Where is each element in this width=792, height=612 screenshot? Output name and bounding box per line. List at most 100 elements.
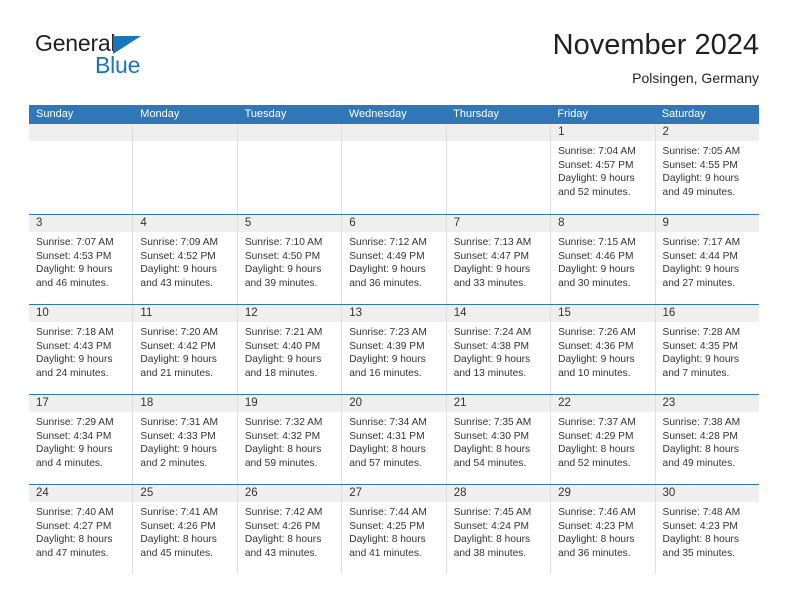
daylight-text-line2: and 30 minutes. xyxy=(558,277,631,289)
day-number: 14 xyxy=(453,307,467,319)
calendar-day-cell[interactable]: 20 Sunrise: 7:34 AM Sunset: 4:31 PM Dayligh… xyxy=(342,395,447,484)
sunrise-text: Sunrise: 7:34 AM xyxy=(349,417,427,428)
sunset-text: Sunset: 4:42 PM xyxy=(140,340,216,352)
calendar-week-row: 3 Sunrise: 7:07 AM Sunset: 4:53 PM Daylight… xyxy=(29,214,759,304)
daylight-text-line2: and 38 minutes. xyxy=(453,547,527,559)
calendar-day-cell[interactable]: 25 Sunrise: 7:41 AM Sunset: 4:26 PM Dayligh… xyxy=(133,485,238,574)
sunset-text: Sunset: 4:36 PM xyxy=(558,340,634,352)
weekday-header-friday: Friday xyxy=(557,108,588,120)
day-number-band: 11 xyxy=(133,305,237,322)
calendar-day-cell[interactable]: 14 Sunrise: 7:24 AM Sunset: 4:38 PM Dayligh… xyxy=(446,305,552,394)
day-number-band xyxy=(446,124,551,141)
daylight-text-line2: and 18 minutes. xyxy=(244,367,318,379)
calendar-day-cell[interactable]: 11 Sunrise: 7:20 AM Sunset: 4:42 PM Dayligh… xyxy=(133,305,238,394)
daylight-text-line1: Daylight: 8 hours xyxy=(244,444,322,456)
daylight-text-line1: Daylight: 9 hours xyxy=(36,444,113,456)
day-number-band: 21 xyxy=(446,395,551,412)
calendar-day-cell[interactable]: 2 Sunrise: 7:05 AM Sunset: 4:55 PM Daylight… xyxy=(655,124,759,214)
day-details: Sunrise: 7:38 AM Sunset: 4:28 PM Daylight:… xyxy=(656,412,759,470)
day-number-band: 26 xyxy=(237,485,342,502)
calendar-day-cell[interactable]: 22 Sunrise: 7:37 AM Sunset: 4:29 PM Dayligh… xyxy=(551,395,656,484)
day-details: Sunrise: 7:09 AM Sunset: 4:52 PM Daylight:… xyxy=(133,232,236,290)
day-number: 24 xyxy=(36,487,49,499)
daylight-text-line2: and 52 minutes. xyxy=(558,457,631,469)
calendar-day-cell[interactable]: 10 Sunrise: 7:18 AM Sunset: 4:43 PM Dayligh… xyxy=(29,305,134,394)
calendar-day-cell[interactable]: 13 Sunrise: 7:23 AM Sunset: 4:39 PM Dayligh… xyxy=(342,305,447,394)
day-number-band xyxy=(133,124,237,141)
daylight-text-line2: and 49 minutes. xyxy=(662,457,736,469)
day-number: 2 xyxy=(662,126,669,138)
daylight-text-line2: and 21 minutes. xyxy=(140,367,213,379)
day-number: 28 xyxy=(453,487,467,499)
calendar-day-cell[interactable]: 3 Sunrise: 7:07 AM Sunset: 4:53 PM Daylight… xyxy=(29,215,134,304)
calendar-day-cell[interactable]: 12 Sunrise: 7:21 AM Sunset: 4:40 PM Dayligh… xyxy=(237,305,343,394)
sunrise-text: Sunrise: 7:29 AM xyxy=(36,417,114,428)
daylight-text-line2: and 7 minutes. xyxy=(662,367,730,379)
sunset-text: Sunset: 4:38 PM xyxy=(453,340,530,352)
day-number-band: 24 xyxy=(29,485,133,502)
sunset-text: Sunset: 4:44 PM xyxy=(662,250,738,262)
general-blue-logo: General Blue xyxy=(35,32,235,90)
daylight-text-line2: and 57 minutes. xyxy=(349,457,422,469)
daylight-text-line2: and 52 minutes. xyxy=(558,186,631,198)
calendar-day-cell[interactable]: 29 Sunrise: 7:46 AM Sunset: 4:23 PM Dayligh… xyxy=(551,485,656,574)
calendar-day-cell[interactable]: 15 Sunrise: 7:26 AM Sunset: 4:36 PM Dayligh… xyxy=(551,305,656,394)
calendar-day-cell[interactable]: 4 Sunrise: 7:09 AM Sunset: 4:52 PM Daylight… xyxy=(133,215,238,304)
calendar-day-cell[interactable]: 5 Sunrise: 7:10 AM Sunset: 4:50 PM Daylight… xyxy=(237,215,343,304)
calendar-day-cell[interactable]: 23 Sunrise: 7:38 AM Sunset: 4:28 PM Dayligh… xyxy=(655,395,759,484)
calendar-day-cell[interactable]: 28 Sunrise: 7:45 AM Sunset: 4:24 PM Dayligh… xyxy=(446,485,552,574)
day-details: Sunrise: 7:41 AM Sunset: 4:26 PM Daylight:… xyxy=(133,502,236,560)
calendar-day-cell[interactable]: 24 Sunrise: 7:40 AM Sunset: 4:27 PM Dayligh… xyxy=(29,485,134,574)
calendar-day-cell[interactable]: 17 Sunrise: 7:29 AM Sunset: 4:34 PM Dayligh… xyxy=(29,395,134,484)
calendar-day-cell[interactable]: 27 Sunrise: 7:44 AM Sunset: 4:25 PM Dayligh… xyxy=(342,485,447,574)
sunset-text: Sunset: 4:24 PM xyxy=(453,520,530,532)
calendar-day-cell[interactable]: 19 Sunrise: 7:32 AM Sunset: 4:32 PM Dayligh… xyxy=(237,395,343,484)
day-number-band: 25 xyxy=(133,485,237,502)
calendar-weeks: 1 Sunrise: 7:04 AM Sunset: 4:57 PM Daylight… xyxy=(29,124,759,574)
sunset-text: Sunset: 4:53 PM xyxy=(36,250,112,262)
calendar-day-cell[interactable]: 21 Sunrise: 7:35 AM Sunset: 4:30 PM Dayligh… xyxy=(446,395,552,484)
daylight-text-line2: and 10 minutes. xyxy=(558,367,631,379)
daylight-text-line2: and 16 minutes. xyxy=(349,367,422,379)
sunset-text: Sunset: 4:49 PM xyxy=(349,250,425,262)
sunrise-text: Sunrise: 7:24 AM xyxy=(453,327,532,338)
calendar-day-cell[interactable]: 30 Sunrise: 7:48 AM Sunset: 4:23 PM Dayligh… xyxy=(655,485,759,574)
daylight-text-line1: Daylight: 9 hours xyxy=(349,264,426,276)
calendar-week-row: 17 Sunrise: 7:29 AM Sunset: 4:34 PM Dayligh… xyxy=(29,394,759,484)
page-title: November 2024 xyxy=(552,29,759,61)
day-number: 30 xyxy=(662,487,676,499)
sunset-text: Sunset: 4:27 PM xyxy=(36,520,112,532)
sunrise-text: Sunrise: 7:31 AM xyxy=(140,417,219,428)
calendar-day-cell[interactable]: 26 Sunrise: 7:42 AM Sunset: 4:26 PM Dayligh… xyxy=(237,485,343,574)
calendar-grid: Sunday Monday Tuesday Wednesday Thursday Frid… xyxy=(29,105,759,574)
sunrise-text: Sunrise: 7:12 AM xyxy=(349,237,427,248)
day-number: 19 xyxy=(244,397,258,409)
day-number: 18 xyxy=(140,397,154,409)
calendar-day-cell[interactable]: 16 Sunrise: 7:28 AM Sunset: 4:35 PM Dayligh… xyxy=(655,305,759,394)
sunset-text: Sunset: 4:55 PM xyxy=(662,159,738,171)
calendar-day-cell[interactable]: 18 Sunrise: 7:31 AM Sunset: 4:33 PM Dayligh… xyxy=(133,395,238,484)
calendar-day-cell-empty xyxy=(237,124,343,214)
calendar-day-cell[interactable]: 1 Sunrise: 7:04 AM Sunset: 4:57 PM Daylight… xyxy=(551,124,656,214)
weekday-header-tuesday: Tuesday xyxy=(244,108,287,120)
sunrise-text: Sunrise: 7:07 AM xyxy=(36,237,114,248)
calendar-day-cell[interactable]: 7 Sunrise: 7:13 AM Sunset: 4:47 PM Daylight… xyxy=(446,215,552,304)
day-details: Sunrise: 7:10 AM Sunset: 4:50 PM Daylight:… xyxy=(238,232,341,290)
daylight-text-line2: and 54 minutes. xyxy=(453,457,527,469)
day-details: Sunrise: 7:40 AM Sunset: 4:27 PM Daylight:… xyxy=(29,502,132,560)
calendar-day-cell[interactable]: 6 Sunrise: 7:12 AM Sunset: 4:49 PM Daylight… xyxy=(342,215,447,304)
daylight-text-line1: Daylight: 8 hours xyxy=(662,444,739,456)
calendar-day-cell[interactable]: 8 Sunrise: 7:15 AM Sunset: 4:46 PM Daylight… xyxy=(551,215,656,304)
day-number-band: 14 xyxy=(446,305,551,322)
sunset-text: Sunset: 4:26 PM xyxy=(140,520,216,532)
daylight-text-line2: and 36 minutes. xyxy=(349,277,422,289)
calendar-day-cell[interactable]: 9 Sunrise: 7:17 AM Sunset: 4:44 PM Daylight… xyxy=(655,215,759,304)
day-details: Sunrise: 7:05 AM Sunset: 4:55 PM Daylight:… xyxy=(656,141,759,199)
daylight-text-line1: Daylight: 8 hours xyxy=(662,534,739,546)
day-details: Sunrise: 7:28 AM Sunset: 4:35 PM Daylight:… xyxy=(656,322,759,380)
logo-text-blue: Blue xyxy=(95,52,141,78)
calendar-page: General Blue November 2024 Polsingen, Ge… xyxy=(0,0,792,612)
day-number-band: 7 xyxy=(446,215,551,232)
calendar-week-row: 10 Sunrise: 7:18 AM Sunset: 4:43 PM Dayligh… xyxy=(29,304,759,394)
sunset-text: Sunset: 4:23 PM xyxy=(558,520,634,532)
